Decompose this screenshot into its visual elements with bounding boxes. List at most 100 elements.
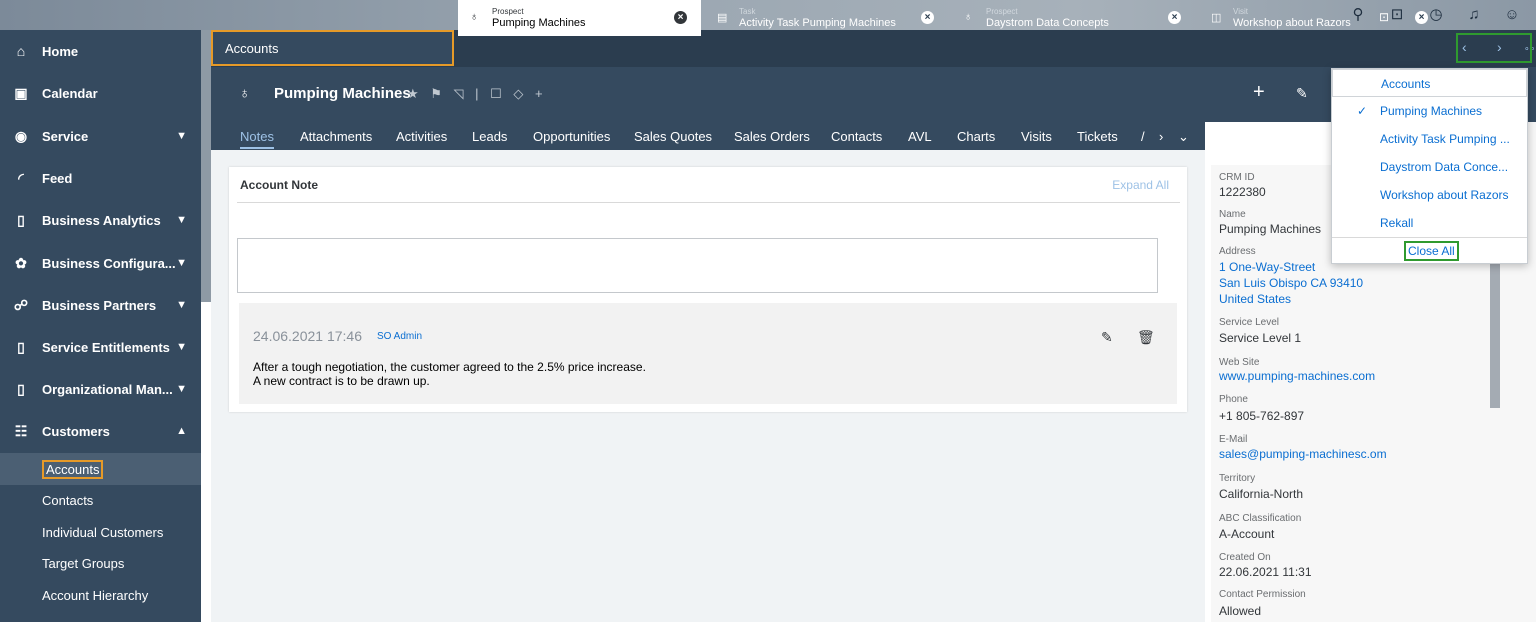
phone-label: Phone <box>1219 394 1248 405</box>
created-label: Created On <box>1219 552 1271 563</box>
tab-sales-quotes[interactable]: Sales Quotes <box>634 129 712 144</box>
sidebar-item-service[interactable]: ◉ Service ▼ <box>0 115 201 157</box>
close-tab-icon[interactable]: × <box>674 11 687 24</box>
tab-activity-task[interactable]: ▤ Task Activity Task Pumping Machines × <box>705 0 948 36</box>
territory-label: Territory <box>1219 473 1256 484</box>
tab-accounts[interactable]: Accounts <box>211 30 454 66</box>
sidebar-item-business-analytics[interactable]: ▯ Business Analytics ▼ <box>0 199 201 241</box>
menu-item-daystrom[interactable]: Daystrom Data Conce... <box>1332 153 1527 181</box>
bell-icon[interactable]: ♫ <box>1465 6 1483 24</box>
menu-item-accounts[interactable]: Accounts <box>1332 69 1527 97</box>
details-scrollbar[interactable] <box>1490 260 1500 408</box>
chevron-down-icon[interactable]: ▼ <box>176 299 187 311</box>
sidebar-subitem-contacts[interactable]: Contacts <box>0 484 201 516</box>
tab-opportunities[interactable]: Opportunities <box>533 129 610 144</box>
menu-item-pumping-machines[interactable]: ✓ Pumping Machines <box>1332 97 1527 125</box>
menu-item-workshop[interactable]: Workshop about Razors <box>1332 181 1527 209</box>
address-link[interactable]: United States <box>1219 292 1291 306</box>
name-value: Pumping Machines <box>1219 222 1322 236</box>
note-author-link[interactable]: SO Admin <box>377 331 422 342</box>
sidebar-item-business-configuration[interactable]: ✿ Business Configura... ▼ <box>0 242 201 284</box>
close-tab-icon[interactable]: × <box>1415 11 1428 24</box>
tab-contacts[interactable]: Contacts <box>831 129 882 144</box>
sidebar-subitem-individual-customers[interactable]: Individual Customers <box>0 516 201 548</box>
crm-id-label: CRM ID <box>1219 172 1255 183</box>
tab-tickets[interactable]: Tickets <box>1077 129 1118 144</box>
sidebar-item-organizational-management[interactable]: ▯ Organizational Man... ▼ <box>0 368 201 410</box>
tab-workshop-about-razors[interactable]: ◫ Visit Workshop about Razors ⊡ × <box>1199 0 1442 36</box>
sidebar-item-business-partners[interactable]: ☍ Business Partners ▼ <box>0 284 201 326</box>
email-link[interactable]: sales@pumping-machinesc.om <box>1219 447 1387 461</box>
visit-icon: ◫ <box>1211 12 1222 24</box>
sidebar-item-label: Business Partners <box>42 297 157 313</box>
email-label: E-Mail <box>1219 434 1248 445</box>
permission-label: Contact Permission <box>1219 589 1306 600</box>
close-all-button[interactable]: Close All <box>1404 241 1459 261</box>
close-tab-icon[interactable]: × <box>1168 11 1181 24</box>
edit-icon[interactable]: ✎ <box>1101 329 1113 346</box>
sidebar-item-label: Customers <box>42 423 110 439</box>
abc-label: ABC Classification <box>1219 513 1302 524</box>
object-actions[interactable]: ★ ⚑ ◹ | ☐ ◇ + <box>407 86 547 102</box>
prospect-icon: ♁ <box>239 85 251 102</box>
sidebar-item-home[interactable]: ⌂ Home <box>0 30 201 72</box>
address-label: Address <box>1219 246 1256 257</box>
chevron-down-icon[interactable]: ▼ <box>176 257 187 269</box>
sidebar-item-label: Business Configura... <box>42 255 176 271</box>
chevron-down-icon[interactable]: ▼ <box>176 383 187 395</box>
tab-avl[interactable]: AVL <box>908 129 932 144</box>
abc-value: A-Account <box>1219 527 1275 541</box>
menu-item-activity-task[interactable]: Activity Task Pumping ... <box>1332 125 1527 153</box>
chevron-down-icon[interactable]: ⌄ <box>1178 129 1189 145</box>
tab-pumping-machines[interactable]: ♁ Prospect Pumping Machines × <box>458 0 701 36</box>
name-label: Name <box>1219 209 1246 220</box>
comment-icon[interactable]: ⊡ <box>1379 10 1389 24</box>
sidebar-scrollbar[interactable] <box>201 30 211 302</box>
address-link[interactable]: 1 One-Way-Street <box>1219 260 1315 274</box>
note-input[interactable] <box>237 238 1158 293</box>
note-card-title: Account Note <box>240 178 318 192</box>
chevron-down-icon[interactable]: ▼ <box>176 214 187 226</box>
feed-icon: ◜ <box>18 169 24 186</box>
sidebar-item-calendar[interactable]: ▣ Calendar <box>0 72 201 114</box>
menu-item-rekall[interactable]: Rekall <box>1332 209 1527 237</box>
chevron-down-icon[interactable]: ▼ <box>176 130 187 142</box>
expand-all-link[interactable]: Expand All <box>1112 178 1169 192</box>
prospect-icon: ♁ <box>964 11 973 23</box>
chevron-right-icon[interactable]: › <box>1159 129 1163 144</box>
tab-more[interactable]: / <box>1141 129 1145 144</box>
sidebar-item-service-entitlements[interactable]: ▯ Service Entitlements ▼ <box>0 326 201 368</box>
sidebar: ⌂ Home ▣ Calendar ◉ Service ▼ ◜ Feed ▯ Busines… <box>0 30 201 622</box>
sidebar-item-customers[interactable]: ☷ Customers ▲ <box>0 410 201 452</box>
sidebar-subitem-accounts[interactable]: Accounts <box>0 453 201 485</box>
chevron-down-icon[interactable]: ▼ <box>176 341 187 353</box>
close-tab-icon[interactable]: × <box>921 11 934 24</box>
tab-daystrom-data-concepts[interactable]: ♁ Prospect Daystrom Data Concepts × <box>952 0 1195 36</box>
chevron-up-icon[interactable]: ▲ <box>176 425 187 437</box>
service-level-value: Service Level 1 <box>1219 331 1302 345</box>
note-timestamp: 24.06.2021 17:46 <box>253 328 362 344</box>
tab-visits[interactable]: Visits <box>1021 129 1052 144</box>
tab-leads[interactable]: Leads <box>472 129 507 144</box>
edit-icon[interactable]: ✎ <box>1296 85 1308 102</box>
tab-charts[interactable]: Charts <box>957 129 995 144</box>
user-icon[interactable]: ☺ <box>1503 6 1521 24</box>
add-icon[interactable]: + <box>1253 81 1265 104</box>
tab-notes[interactable]: Notes <box>240 129 274 149</box>
website-link[interactable]: www.pumping-machines.com <box>1219 369 1375 383</box>
tab-activities[interactable]: Activities <box>396 129 447 144</box>
website-label: Web Site <box>1219 357 1260 368</box>
sidebar-subitem-target-groups[interactable]: Target Groups <box>0 547 201 579</box>
divider <box>1332 237 1527 238</box>
sidebar-item-feed[interactable]: ◜ Feed <box>0 157 201 199</box>
partners-icon: ☍ <box>13 296 29 313</box>
address-link[interactable]: San Luis Obispo CA 93410 <box>1219 276 1363 290</box>
service-level-label: Service Level <box>1219 317 1280 328</box>
tab-attachments[interactable]: Attachments <box>300 129 372 144</box>
phone-value: +1 805-762-897 <box>1219 409 1305 423</box>
task-icon: ▤ <box>717 12 728 24</box>
tab-sales-orders[interactable]: Sales Orders <box>734 129 810 144</box>
trash-icon[interactable]: 🗑 <box>1137 329 1155 346</box>
divider <box>237 202 1180 203</box>
sidebar-subitem-account-hierarchy[interactable]: Account Hierarchy <box>0 579 201 611</box>
